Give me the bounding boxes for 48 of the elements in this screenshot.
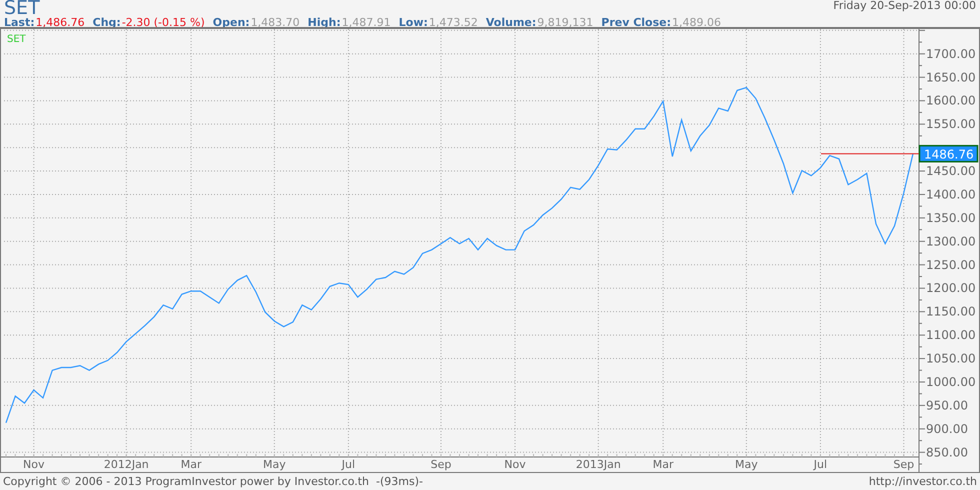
axis-label: 1650.00 bbox=[926, 70, 976, 84]
axis-label: Mar bbox=[180, 458, 202, 471]
axis-label: 1200.00 bbox=[926, 281, 976, 296]
axis-label: 1050.00 bbox=[926, 352, 976, 366]
axis-label: Nov bbox=[504, 458, 526, 471]
axis-label: 1700.00 bbox=[926, 46, 976, 61]
stat-label: Last: bbox=[4, 17, 35, 28]
axis-label: 1300.00 bbox=[926, 234, 976, 248]
axis-label: 1250.00 bbox=[926, 258, 976, 272]
stat-value: 9,819,131 bbox=[537, 17, 594, 28]
axis-label: 1350.00 bbox=[926, 210, 976, 225]
stat-value: 1,483.70 bbox=[250, 17, 300, 28]
stat-label: High: bbox=[308, 17, 341, 28]
stat-value: 1,473.52 bbox=[428, 17, 478, 28]
axis-label: Sep bbox=[893, 458, 914, 471]
axis-label: 1100.00 bbox=[926, 328, 976, 342]
axis-label: 2012Jan bbox=[104, 458, 149, 471]
axis-label: 1150.00 bbox=[926, 304, 976, 319]
axis-label: May bbox=[735, 458, 758, 471]
stat-label: Prev Close: bbox=[601, 17, 672, 28]
axis-label: 850.00 bbox=[926, 445, 968, 460]
axis-label: 1000.00 bbox=[926, 375, 976, 389]
stat-value: 1,487.91 bbox=[342, 17, 391, 28]
axis-label: 1400.00 bbox=[926, 187, 976, 202]
axis-label: 900.00 bbox=[926, 422, 968, 436]
axis-label: 1450.00 bbox=[926, 164, 976, 178]
quote-date: Friday 20-Sep-2013 00:00 bbox=[833, 0, 976, 12]
axis-label: 2013Jan bbox=[576, 458, 621, 471]
copyright-text: Copyright © 2006 - 2013 ProgramInvestor power by Investor.co.th -(93ms)- bbox=[3, 475, 423, 488]
axis-label: 950.00 bbox=[926, 398, 968, 412]
stat-label: Volume: bbox=[486, 17, 536, 28]
axis-label: 1600.00 bbox=[926, 94, 976, 108]
axis-label: May bbox=[263, 458, 286, 471]
stat-label: Open: bbox=[212, 17, 250, 28]
axis-label: Jul bbox=[814, 458, 828, 471]
stat-value: -2.30 (-0.15 %) bbox=[122, 17, 205, 28]
symbol-title: SET bbox=[4, 0, 40, 17]
axis-label: Mar bbox=[652, 458, 674, 471]
stat-value: 1,489.06 bbox=[672, 17, 722, 28]
axis-label: Jul bbox=[342, 458, 356, 471]
site-link[interactable]: http://investor.co.th bbox=[868, 475, 977, 488]
axis-label: 1550.00 bbox=[926, 117, 976, 132]
last-price-badge: 1486.76 bbox=[918, 144, 978, 162]
stat-value: 1,486.76 bbox=[36, 17, 85, 28]
stat-label: Low: bbox=[398, 17, 428, 28]
axis-label: Sep bbox=[430, 458, 452, 471]
axis-label: Nov bbox=[23, 458, 44, 471]
series-label: SET bbox=[7, 34, 26, 45]
